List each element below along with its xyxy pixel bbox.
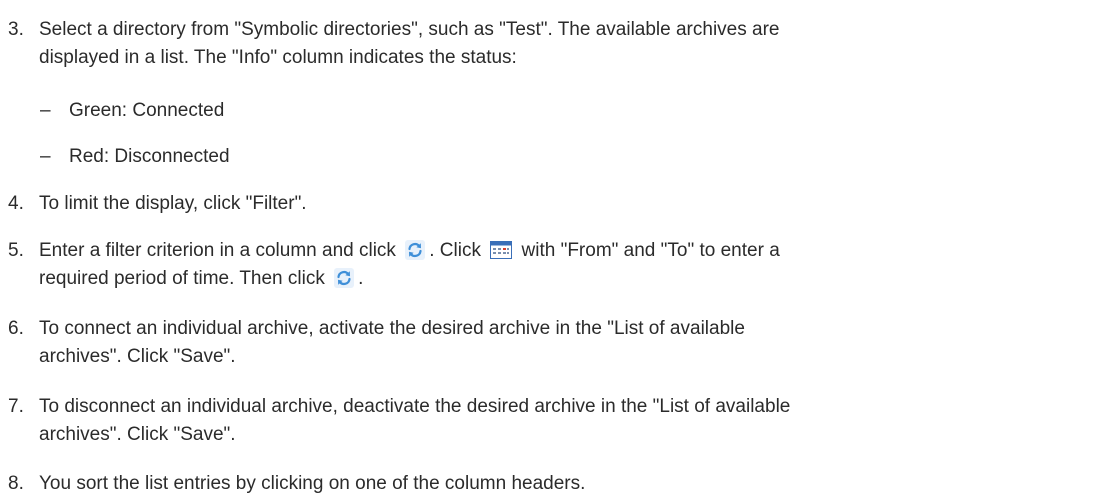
step-line: To disconnect an individual archive, dea… [39,396,791,417]
step-number: 5. [8,240,24,261]
step-line: Select a directory from "Symbolic direct… [39,19,780,40]
step-text-part: . Click [429,240,481,261]
step-number: 4. [8,193,24,214]
step-text: Enter a filter criterion in a column and… [39,237,1099,293]
step-line: displayed in a list. The "Info" column i… [39,47,517,68]
refresh-icon [334,268,355,288]
step-text: To connect an individual archive, activa… [39,315,1099,371]
step-text-part: Enter a filter criterion in a column and… [39,240,396,261]
step-text-part: with "From" and "To" to enter a [521,240,780,261]
step-text: You sort the list entries by clicking on… [39,470,1099,498]
step-number: 6. [8,318,24,339]
step-line: To connect an individual archive, activa… [39,318,745,339]
instruction-document: 3. Select a directory from "Symbolic dir… [0,0,1116,499]
step-line: You sort the list entries by clicking on… [39,473,586,494]
step-text: Select a directory from "Symbolic direct… [39,16,1099,72]
step-line: required period of time. Then click . [39,265,1099,293]
step-number: 3. [8,19,24,40]
step-text: To limit the display, click "Filter". [39,190,1099,218]
step-number: 8. [8,473,24,494]
step-text-part: required period of time. Then click [39,268,325,289]
step-line: archives". Click "Save". [39,424,236,445]
step-text: To disconnect an individual archive, dea… [39,393,1099,449]
step-line: Enter a filter criterion in a column and… [39,237,1099,265]
substep-text: Red: Disconnected [69,146,230,167]
step-number: 7. [8,396,24,417]
substep-text: Green: Connected [69,100,225,121]
dash-bullet: – [40,146,51,167]
refresh-icon [405,240,426,260]
step-text-part: . [358,268,364,289]
step-line: To limit the display, click "Filter". [39,193,307,214]
step-line: archives". Click "Save". [39,346,236,367]
dash-bullet: – [40,100,51,121]
calendar-icon [490,240,513,260]
